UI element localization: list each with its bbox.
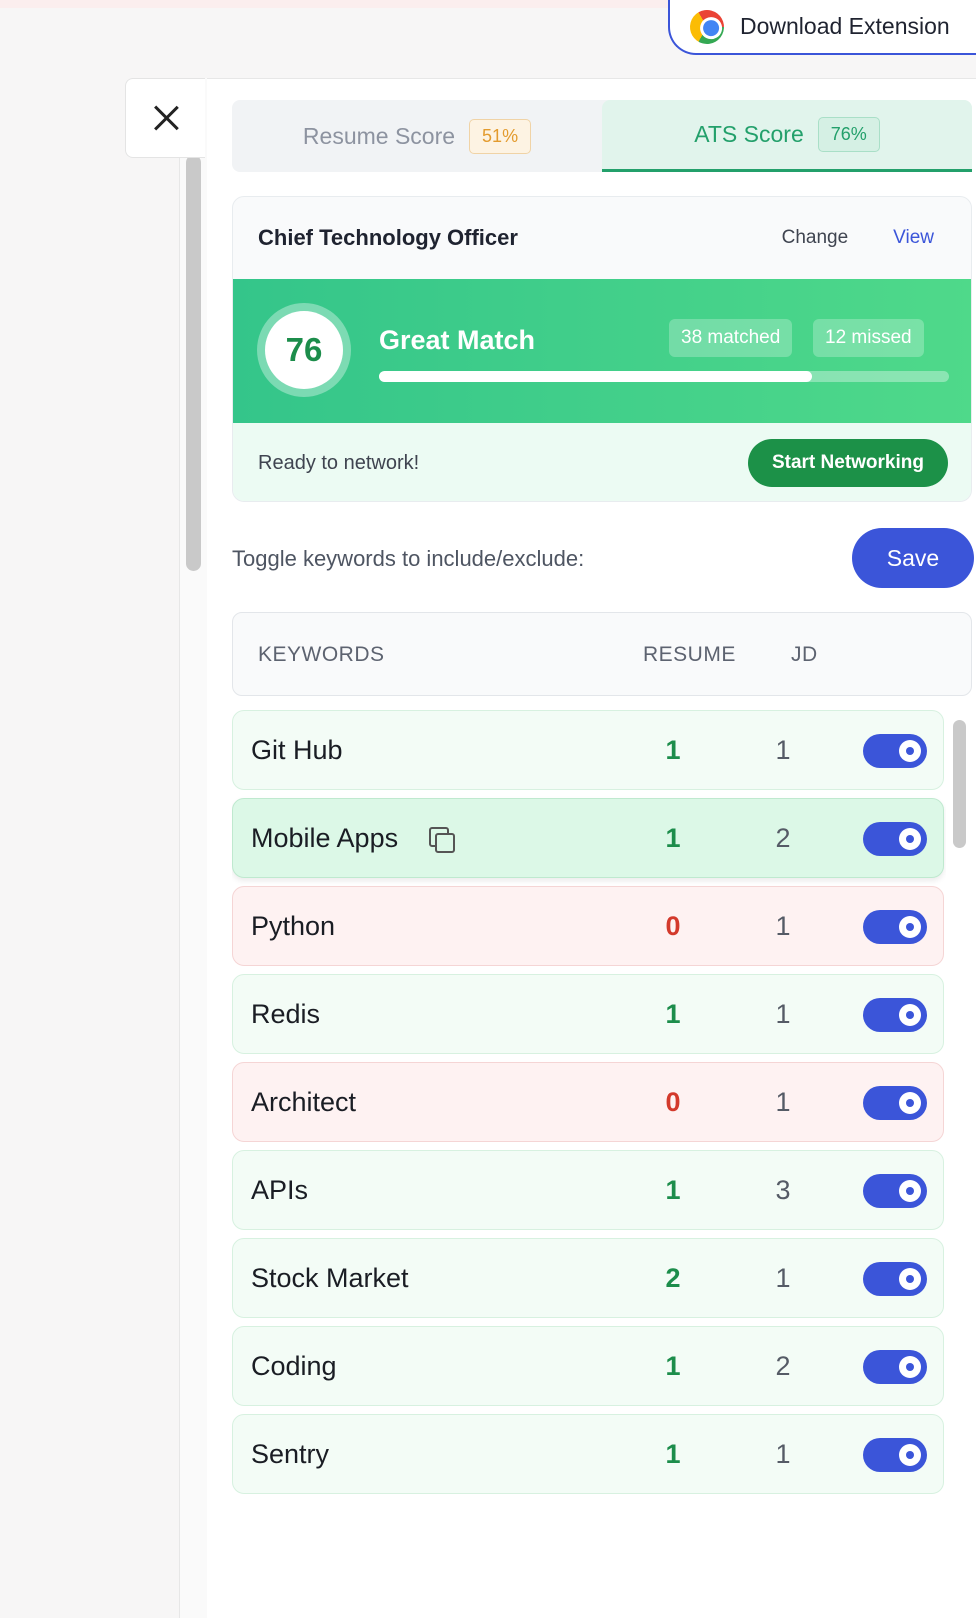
network-message: Ready to network! xyxy=(258,451,420,474)
view-job-link[interactable]: View xyxy=(893,227,934,249)
keyword-toggle[interactable] xyxy=(863,998,927,1032)
jd-count: 1 xyxy=(775,1263,791,1293)
jd-count: 1 xyxy=(775,999,791,1029)
toggle-knob xyxy=(906,1275,914,1283)
header-resume: RESUME xyxy=(643,643,736,666)
keywords-scrollbar[interactable] xyxy=(953,720,966,848)
keyword-toggle[interactable] xyxy=(863,1438,927,1472)
ats-score-badge: 76% xyxy=(817,117,880,152)
table-row[interactable]: Sentry 1 1 xyxy=(232,1414,944,1494)
table-row[interactable]: Coding 1 2 xyxy=(232,1326,944,1406)
page-scrollbar[interactable] xyxy=(186,155,201,571)
toggle-knob xyxy=(906,835,914,843)
toggle-knob xyxy=(906,1363,914,1371)
download-extension-button[interactable]: Download Extension xyxy=(668,0,976,55)
jd-count: 1 xyxy=(775,1087,791,1117)
jd-count: 1 xyxy=(775,911,791,941)
matched-count-badge: 38 matched xyxy=(669,319,793,357)
toggle-knob xyxy=(906,1099,914,1107)
start-networking-button[interactable]: Start Networking xyxy=(747,439,948,487)
keyword-label: Coding xyxy=(251,1351,337,1381)
table-row[interactable]: Mobile Apps 1 2 xyxy=(232,798,944,878)
keywords-list: Git Hub 1 1 Mobile Apps 1 2 Python 0 1 Redis 1 1 Arc… xyxy=(232,710,946,1500)
keywords-table-header: KEYWORDS RESUME JD xyxy=(232,612,972,696)
download-extension-label: Download Extension xyxy=(740,13,950,39)
resume-count: 1 xyxy=(665,999,681,1029)
resume-count: 0 xyxy=(665,911,681,941)
keyword-toggle[interactable] xyxy=(863,734,927,768)
score-ring: 76 xyxy=(257,303,351,397)
keyword-label: Sentry xyxy=(251,1439,330,1469)
keyword-label: Python xyxy=(251,911,336,941)
table-row[interactable]: Git Hub 1 1 xyxy=(232,710,944,790)
header-keywords: KEYWORDS xyxy=(258,643,385,666)
match-banner: 76 Great Match 38 matched 12 missed xyxy=(233,279,971,423)
job-title: Chief Technology Officer xyxy=(258,225,518,250)
resume-count: 2 xyxy=(665,1263,681,1293)
keyword-label: Git Hub xyxy=(251,735,343,765)
match-label: Great Match xyxy=(379,325,536,355)
keyword-label: Stock Market xyxy=(251,1263,409,1293)
tab-ats-score-label: ATS Score xyxy=(694,121,804,147)
keyword-label: Redis xyxy=(251,999,321,1029)
jd-count: 2 xyxy=(775,1351,791,1381)
save-button[interactable]: Save xyxy=(852,528,974,588)
keyword-toggle[interactable] xyxy=(863,1174,927,1208)
toggle-knob xyxy=(906,1451,914,1459)
copy-icon[interactable] xyxy=(429,827,455,853)
toggle-keywords-hint: Toggle keywords to include/exclude: xyxy=(232,546,585,571)
resume-count: 0 xyxy=(665,1087,681,1117)
score-tabs: Resume Score 51% ATS Score 76% xyxy=(232,100,972,172)
job-card-header: Chief Technology Officer Change View xyxy=(233,197,971,279)
match-score: 76 xyxy=(265,311,343,389)
tab-ats-score[interactable]: ATS Score 76% xyxy=(602,100,972,172)
close-icon xyxy=(152,104,180,132)
tab-resume-score-label: Resume Score xyxy=(302,122,456,149)
resume-count: 1 xyxy=(665,823,681,853)
jd-count: 1 xyxy=(775,735,791,765)
jd-count: 3 xyxy=(775,1175,791,1205)
tab-resume-score[interactable]: Resume Score 51% xyxy=(232,100,602,172)
resume-count: 1 xyxy=(665,1439,681,1469)
chrome-icon xyxy=(683,3,731,50)
toggle-knob xyxy=(906,1187,914,1195)
network-footer: Ready to network! Start Networking xyxy=(233,423,971,501)
keyword-toggle[interactable] xyxy=(863,1262,927,1296)
header-jd: JD xyxy=(791,643,818,666)
resume-count: 1 xyxy=(665,1175,681,1205)
change-job-link[interactable]: Change xyxy=(782,227,849,249)
table-row[interactable]: Stock Market 2 1 xyxy=(232,1238,944,1318)
table-row[interactable]: Redis 1 1 xyxy=(232,974,944,1054)
keyword-toggle[interactable] xyxy=(863,1086,927,1120)
missed-count-badge: 12 missed xyxy=(813,319,924,357)
keyword-toggle[interactable] xyxy=(863,1350,927,1384)
toggle-knob xyxy=(906,747,914,755)
jd-count: 1 xyxy=(775,1439,791,1469)
keyword-label: Mobile Apps xyxy=(251,823,399,853)
table-row[interactable]: Architect 0 1 xyxy=(232,1062,944,1142)
keyword-toggle[interactable] xyxy=(863,910,927,944)
match-progress-fill xyxy=(379,371,813,382)
job-match-card: Chief Technology Officer Change View 76 … xyxy=(232,196,972,502)
toggle-knob xyxy=(906,923,914,931)
close-panel-button[interactable] xyxy=(125,78,205,158)
keyword-label: APIs xyxy=(251,1175,309,1205)
resume-score-badge: 51% xyxy=(469,118,532,154)
resume-count: 1 xyxy=(665,1351,681,1381)
keyword-label: Architect xyxy=(251,1087,357,1117)
resume-count: 1 xyxy=(665,735,681,765)
table-row[interactable]: Python 0 1 xyxy=(232,886,944,966)
toggle-knob xyxy=(906,1011,914,1019)
match-progress-track xyxy=(379,371,949,382)
table-row[interactable]: APIs 1 3 xyxy=(232,1150,944,1230)
jd-count: 2 xyxy=(775,823,791,853)
keyword-toggle[interactable] xyxy=(863,822,927,856)
